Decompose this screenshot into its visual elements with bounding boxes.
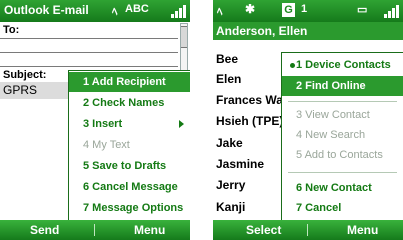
battery-icon: ▭ bbox=[357, 4, 368, 16]
menu-item-label: 2 Find Online bbox=[296, 80, 366, 92]
input-mode-indicator: ABC bbox=[125, 3, 149, 15]
scrollbar-thumb[interactable] bbox=[181, 26, 187, 48]
menu-item-label: 6 New Contact bbox=[296, 182, 372, 194]
checked-bullet-icon bbox=[290, 63, 295, 68]
divider bbox=[0, 38, 178, 39]
signal-icon bbox=[171, 4, 187, 18]
contact-item[interactable]: Bee bbox=[216, 52, 238, 66]
title-bar: ﾍ ✱ G 1 ▭ bbox=[213, 0, 403, 22]
menu-item-label: 4 New Search bbox=[296, 129, 366, 141]
menu-item[interactable]: 6 Cancel Message bbox=[69, 177, 190, 197]
bluetooth-icon: ✱ bbox=[245, 2, 256, 16]
contact-item[interactable]: Jake bbox=[216, 136, 243, 150]
menu-item[interactable]: 6 New Contact bbox=[282, 178, 403, 198]
menu-item-label: 3 View Contact bbox=[296, 109, 370, 121]
menu-item: 3 View Contact bbox=[282, 105, 403, 125]
title-bar: Outlook E-mail ﾍ ABC bbox=[0, 0, 190, 22]
menu-item-label: 7 Cancel bbox=[296, 202, 342, 214]
compose-menu: 1 Add Recipient 2 Check Names 3 Insert 4 My… bbox=[68, 70, 190, 222]
menu-softkey[interactable]: Menu bbox=[347, 223, 378, 237]
contact-item[interactable]: Elen bbox=[216, 72, 241, 86]
selected-contact[interactable]: Anderson, Ellen bbox=[213, 22, 403, 40]
contacts-screen: ﾍ ✱ G 1 ▭ Anderson, Ellen Bee Elen Frances… bbox=[213, 0, 403, 240]
menu-separator bbox=[288, 101, 397, 102]
subject-label: Subject: bbox=[3, 69, 47, 81]
menu-item[interactable]: 7 Cancel bbox=[282, 198, 403, 218]
softkey-divider bbox=[307, 224, 308, 236]
to-label: To: bbox=[3, 24, 20, 36]
contacts-menu: 1 Device Contacts 2 Find Online 3 View Con… bbox=[281, 52, 403, 222]
divider bbox=[0, 52, 178, 53]
softkey-bar: Send Menu bbox=[0, 220, 190, 240]
menu-item: 4 New Search bbox=[282, 125, 403, 145]
menu-item-label: 4 My Text bbox=[83, 139, 130, 151]
menu-separator bbox=[288, 172, 397, 173]
menu-item[interactable]: 3 Insert bbox=[69, 114, 190, 134]
menu-item: 5 Add to Contacts bbox=[282, 145, 403, 165]
menu-item[interactable]: 2 Find Online bbox=[282, 76, 403, 96]
menu-item[interactable]: 2 Check Names bbox=[69, 93, 190, 113]
menu-item[interactable]: 7 Message Options bbox=[69, 198, 190, 218]
status-number: 1 bbox=[301, 3, 308, 15]
menu-item-label: 6 Cancel Message bbox=[83, 181, 178, 193]
menu-item-label: 5 Save to Drafts bbox=[83, 160, 167, 172]
signal-icon bbox=[384, 4, 400, 18]
divider bbox=[0, 66, 178, 67]
menu-item: 4 My Text bbox=[69, 135, 190, 155]
contact-item[interactable]: Jasmine bbox=[216, 157, 264, 171]
menu-item-label: 7 Message Options bbox=[83, 202, 184, 214]
contact-item[interactable]: Frances Wa bbox=[216, 93, 283, 107]
contact-item[interactable]: Jerry bbox=[216, 178, 245, 192]
softkey-bar: Select Menu bbox=[213, 220, 403, 240]
menu-softkey[interactable]: Menu bbox=[134, 223, 165, 237]
contact-item[interactable]: Kanji bbox=[216, 200, 245, 214]
menu-item[interactable]: 1 Add Recipient bbox=[69, 72, 190, 92]
app-title: Outlook E-mail bbox=[4, 3, 89, 17]
select-softkey[interactable]: Select bbox=[246, 223, 281, 237]
menu-item[interactable]: 1 Device Contacts bbox=[282, 55, 403, 75]
phone-icon: ﾍ bbox=[112, 6, 118, 18]
menu-item-label: 2 Check Names bbox=[83, 97, 165, 109]
submenu-arrow-icon bbox=[179, 120, 184, 128]
menu-item-label: 5 Add to Contacts bbox=[296, 149, 383, 161]
subject-field[interactable]: GPRS bbox=[0, 82, 69, 99]
send-softkey[interactable]: Send bbox=[30, 223, 59, 237]
menu-item-label: 3 Insert bbox=[83, 118, 123, 130]
phone-icon: ﾍ bbox=[217, 6, 223, 18]
menu-item-label: 1 Device Contacts bbox=[296, 59, 391, 71]
contact-item[interactable]: Hsieh (TPE) bbox=[216, 114, 283, 128]
softkey-divider bbox=[94, 224, 95, 236]
gprs-icon: G bbox=[282, 3, 295, 17]
menu-item[interactable]: 5 Save to Drafts bbox=[69, 156, 190, 176]
menu-item-label: 1 Add Recipient bbox=[83, 76, 166, 88]
outlook-email-screen: Outlook E-mail ﾍ ABC To: Subject: GPRS 1… bbox=[0, 0, 190, 240]
